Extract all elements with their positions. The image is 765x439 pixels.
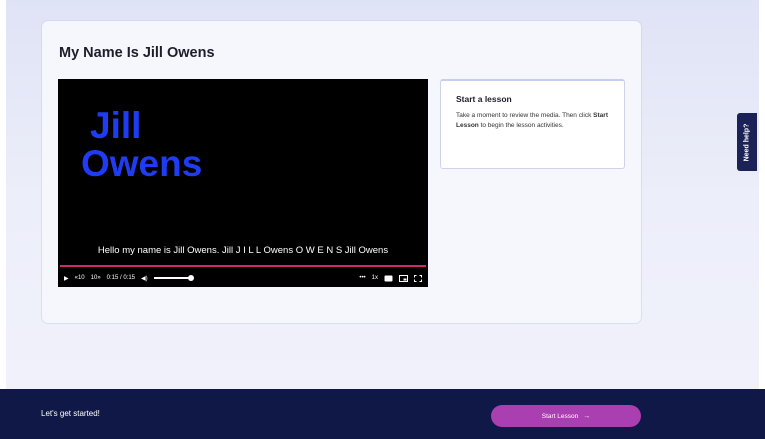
need-help-tab[interactable]: Need help?: [737, 113, 757, 171]
right-edge: [759, 0, 765, 439]
video-player[interactable]: Jill Owens Hello my name is Jill Owens. …: [58, 79, 428, 287]
forward-10-button[interactable]: 10»: [91, 275, 101, 281]
video-time: 0:15 / 0:15: [106, 275, 136, 281]
captions-icon[interactable]: [384, 275, 393, 282]
video-controls: ▶ «10 10» 0:15 / 0:15 ◀) ••• 1x: [58, 269, 428, 287]
start-lesson-button-label: Start Lesson: [541, 412, 579, 420]
start-lesson-heading: Start a lesson: [456, 94, 512, 104]
volume-icon[interactable]: ◀): [141, 275, 148, 282]
need-help-label: Need help?: [743, 123, 751, 161]
lesson-card: My Name Is Jill Owens Jill Owens Hello m…: [42, 21, 641, 323]
rewind-10-button[interactable]: «10: [75, 275, 85, 281]
volume-slider-knob[interactable]: [187, 275, 194, 281]
footer-text: Let's get started!: [41, 409, 100, 418]
slide-title: Jill Owens: [81, 107, 202, 183]
video-caption: Hello my name is Jill Owens. Jill J I L …: [97, 245, 389, 256]
video-progress-bar[interactable]: [60, 265, 426, 267]
start-lesson-button[interactable]: Start Lesson →: [491, 405, 641, 427]
arrow-right-icon: →: [583, 412, 591, 420]
volume-slider[interactable]: [153, 275, 194, 281]
page-title: My Name Is Jill Owens: [59, 45, 215, 61]
playback-speed-button[interactable]: 1x: [372, 275, 378, 281]
description-text-2: to begin the lesson activities.: [478, 121, 564, 129]
picture-in-picture-icon[interactable]: [399, 274, 408, 282]
more-options-icon[interactable]: •••: [359, 275, 365, 281]
play-icon[interactable]: ▶: [64, 275, 69, 282]
fullscreen-icon[interactable]: [414, 274, 422, 282]
footer-bar: Let's get started! Start Lesson →: [0, 389, 765, 439]
left-edge: [0, 0, 6, 439]
slide-title-line2: Owens: [81, 143, 203, 184]
slide-title-line1: Jill: [90, 105, 142, 146]
start-lesson-description: Take a moment to review the media. Then …: [456, 111, 609, 130]
start-lesson-info: Start a lesson Take a moment to review t…: [440, 79, 625, 169]
description-text-1: Take a moment to review the media. Then …: [456, 112, 594, 119]
